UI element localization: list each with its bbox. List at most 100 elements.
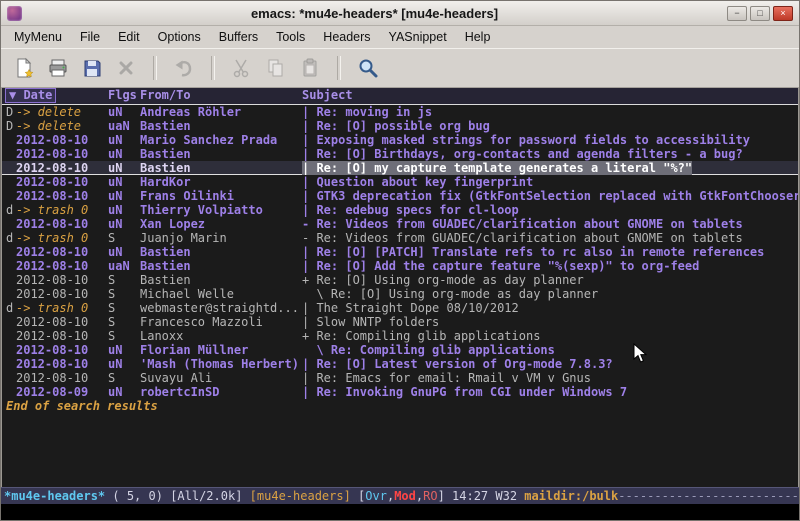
title-bar[interactable]: emacs: *mu4e-headers* [mu4e-headers] − □… [1,1,799,26]
message-row[interactable]: 2012-08-10uNMario Sanchez Prada| Exposin… [2,133,798,147]
new-file-button[interactable] [7,53,41,83]
message-row[interactable]: 2012-08-10uaNBastien| Re: [O] Add the ca… [2,259,798,273]
subject-cell: | Question about key fingerprint [302,175,533,189]
subject-cell: - Re: Videos from GUADEC/clarification a… [302,217,743,231]
menu-item-tools[interactable]: Tools [267,28,314,46]
date-cell: 2012-08-10 [16,161,108,175]
header-flags[interactable]: Flgs [108,88,140,103]
subject-cell: | Re: [O] [PATCH] Translate refs to rc a… [302,245,764,259]
flags-cell: uN [108,357,140,371]
date-cell: -> delete [16,119,108,133]
from-cell: Michael Welle [140,287,302,301]
message-row[interactable]: d-> trash 0SJuanjo Marin- Re: Videos fro… [2,231,798,245]
subject-cell: + Re: [O] Using org-mode as day planner [302,273,584,287]
message-row[interactable]: D-> deleteuNAndreas Röhler| Re: moving i… [2,105,798,119]
flags-cell: S [108,273,140,287]
search-icon [357,57,379,79]
date-cell: 2012-08-10 [16,357,108,371]
mouse-cursor [633,343,647,364]
message-row[interactable]: 2012-08-10uN'Mash (Thomas Herbert)| Re: … [2,357,798,371]
from-cell: Andreas Röhler [140,105,302,119]
from-cell: Bastien [140,119,302,133]
flags-cell: S [108,301,140,315]
from-cell: Xan Lopez [140,217,302,231]
message-row[interactable]: 2012-08-10uNHardKor| Question about key … [2,175,798,189]
save-button[interactable] [75,53,109,83]
message-row[interactable]: 2012-08-10SBastien+ Re: [O] Using org-mo… [2,273,798,287]
paste-button[interactable] [293,53,327,83]
sort-column-date[interactable]: ▼ Date [2,88,108,103]
message-row[interactable]: 2012-08-10uNBastien| Re: [O] [PATCH] Tra… [2,245,798,259]
maximize-button[interactable]: □ [750,6,770,21]
modeline-maildir: maildir:/bulk [524,489,618,503]
message-row[interactable]: 2012-08-10SSuvayu Ali| Re: Emacs for ema… [2,371,798,385]
message-row[interactable]: 2012-08-10uNFlorian Müllner \ Re: Compil… [2,343,798,357]
print-button[interactable] [41,53,75,83]
subject-cell: | Slow NNTP folders [302,315,439,329]
flags-cell: S [108,231,140,245]
modeline-major-mode[interactable]: [mu4e-headers] [250,489,358,503]
date-cell: 2012-08-09 [16,385,108,399]
date-cell: -> delete [16,105,108,119]
echo-area[interactable] [1,504,799,520]
menu-item-help[interactable]: Help [456,28,500,46]
message-row[interactable]: d-> trash 0Swebmaster@straightd...| The … [2,301,798,315]
modeline-buffer-name[interactable]: *mu4e-headers* [4,489,105,503]
menu-item-mymenu[interactable]: MyMenu [5,28,71,46]
message-row[interactable]: d-> trash 0uNThierry Volpiatto| Re: edeb… [2,203,798,217]
cut-button[interactable] [225,53,259,83]
menu-item-edit[interactable]: Edit [109,28,149,46]
mark-cell [2,315,16,329]
menu-item-options[interactable]: Options [149,28,210,46]
message-row[interactable]: 2012-08-10uNXan Lopez- Re: Videos from G… [2,217,798,231]
modeline-modified-flag[interactable]: Mod [394,489,416,503]
copy-button[interactable] [259,53,293,83]
message-row[interactable]: 2012-08-10uNBastien| Re: [O] Birthdays, … [2,147,798,161]
from-cell: Bastien [140,273,302,287]
menu-item-headers[interactable]: Headers [314,28,379,46]
date-cell: -> trash 0 [16,231,108,245]
sort-date-label[interactable]: ▼ Date [5,88,56,103]
from-cell: Bastien [140,161,302,175]
headers-column-header: ▼ Date FlgsFrom/ToSubject [2,88,798,105]
message-row[interactable]: 2012-08-10SFrancesco Mazzoli| Slow NNTP … [2,315,798,329]
message-row[interactable]: 2012-08-10uNBastien| Re: [O] my capture … [2,161,798,175]
headers-buffer[interactable]: ▼ Date FlgsFrom/ToSubject D-> deleteuNAnd… [1,88,799,487]
from-cell: Florian Müllner [140,343,302,357]
message-row[interactable]: D-> deleteuaNBastien| Re: [O] possible o… [2,119,798,133]
mark-cell [2,287,16,301]
menu-item-file[interactable]: File [71,28,109,46]
search-button[interactable] [351,53,385,83]
message-row[interactable]: 2012-08-10uNFrans Oilinki| GTK3 deprecat… [2,189,798,203]
message-row[interactable]: 2012-08-10SLanoxx+ Re: Compiling glib ap… [2,329,798,343]
emacs-window: emacs: *mu4e-headers* [mu4e-headers] − □… [0,0,800,521]
close-buffer-button[interactable] [109,53,143,83]
message-row[interactable]: 2012-08-10SMichael Welle \ Re: [O] Using… [2,287,798,301]
subject-cell: | Re: edebug specs for cl-loop [302,203,519,217]
menu-item-yasnippet[interactable]: YASnippet [380,28,456,46]
header-from-to[interactable]: From/To [140,88,302,103]
from-cell: Mario Sanchez Prada [140,133,302,147]
menu-bar: MyMenu File Edit Options Buffers Tools H… [1,26,799,48]
scissors-icon [231,57,253,79]
date-cell: 2012-08-10 [16,273,108,287]
from-cell: Bastien [140,245,302,259]
tool-bar [1,48,799,88]
mark-cell [2,189,16,203]
toolbar-separator [211,56,215,80]
subject-cell: | Exposing masked strings for password f… [302,133,750,147]
undo-button[interactable] [167,53,201,83]
subject-cell: | Re: [O] possible org bug [302,119,490,133]
modeline-readonly-flag[interactable]: RO [423,489,437,503]
minimize-button[interactable]: − [727,6,747,21]
flags-cell: uN [108,189,140,203]
message-row[interactable]: 2012-08-09uNrobertcInSD| Re: Invoking Gn… [2,385,798,399]
from-cell: 'Mash (Thomas Herbert) [140,357,302,371]
close-button[interactable]: × [773,6,793,21]
close-x-icon [115,57,137,79]
save-icon [81,57,103,79]
menu-item-buffers[interactable]: Buffers [210,28,267,46]
header-subject[interactable]: Subject [302,88,353,103]
from-cell: Francesco Mazzoli [140,315,302,329]
mark-cell [2,385,16,399]
